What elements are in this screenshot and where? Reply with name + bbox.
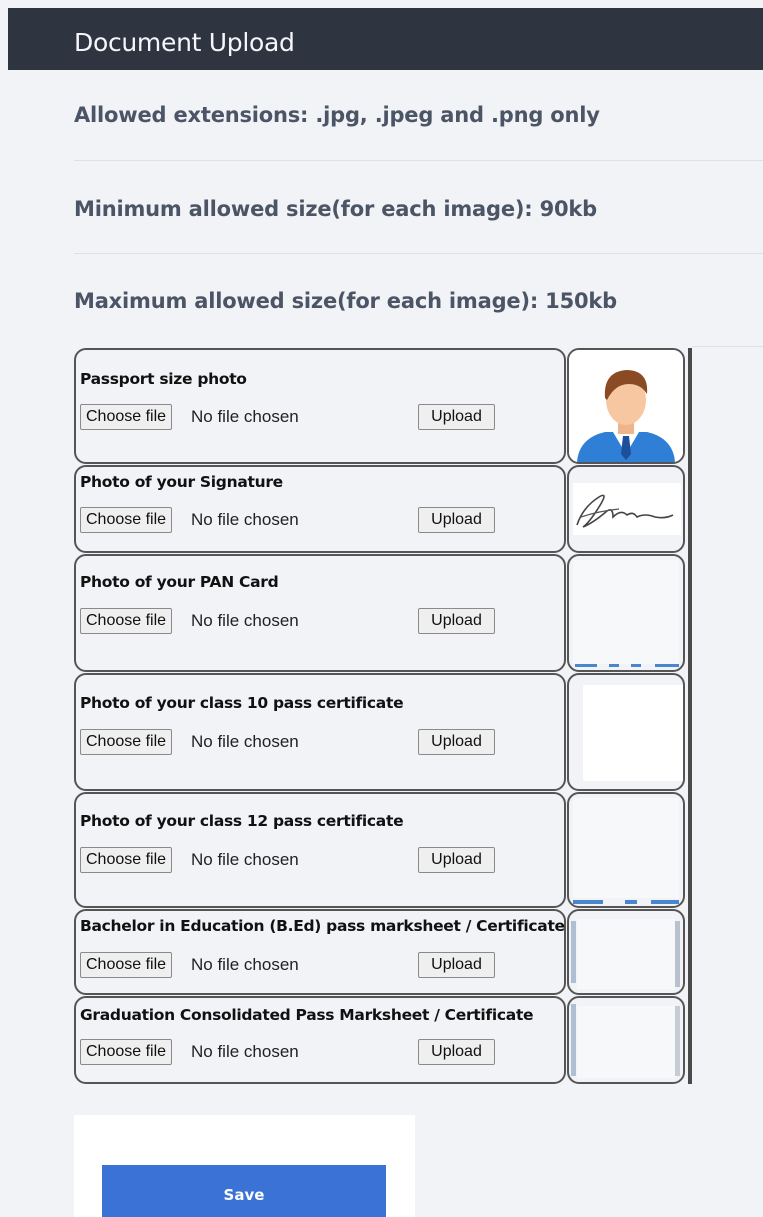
upload-row-graduation-marksheet: Graduation Consolidated Pass Marksheet /…	[74, 996, 566, 1084]
thumbnail-passport-photo	[567, 348, 685, 464]
thumbnail-class10-certificate	[567, 673, 685, 791]
row-label: Bachelor in Education (B.Ed) pass marksh…	[80, 917, 565, 935]
file-status: No file chosen	[191, 611, 299, 630]
preview-line	[655, 664, 679, 667]
file-status: No file chosen	[191, 510, 299, 529]
choose-file-button[interactable]: Choose file	[80, 952, 173, 978]
choose-file-button[interactable]: Choose file	[80, 404, 173, 430]
preview-edge	[675, 1006, 680, 1076]
graduation-preview	[577, 1006, 675, 1078]
preview-line	[651, 900, 679, 904]
file-status: No file chosen	[191, 732, 299, 751]
preview-line	[575, 664, 597, 667]
upload-row-class12-certificate: Photo of your class 12 pass certificate …	[74, 792, 566, 908]
divider	[74, 160, 763, 161]
upload-button[interactable]: Upload	[418, 1039, 495, 1065]
preview-edge	[675, 921, 680, 987]
page-header: Document Upload	[8, 8, 763, 70]
thumbnail-graduation-marksheet	[567, 996, 685, 1084]
row-label: Photo of your PAN Card	[80, 573, 279, 591]
row-label: Photo of your class 12 pass certificate	[80, 812, 404, 830]
thumbnail-signature	[567, 465, 685, 553]
choose-file-button[interactable]: Choose file	[80, 847, 173, 873]
preview-line	[625, 900, 637, 904]
allowed-extensions-text: Allowed extensions: .jpg, .jpeg and .png…	[74, 103, 600, 127]
divider	[74, 253, 763, 254]
bed-preview	[577, 919, 675, 989]
choose-file-button[interactable]: Choose file	[80, 729, 173, 755]
max-size-text: Maximum allowed size(for each image): 15…	[74, 289, 617, 313]
choose-file-button[interactable]: Choose file	[80, 507, 173, 533]
upload-row-pan-card: Photo of your PAN Card Choose file No fi…	[74, 554, 566, 672]
avatar-icon	[569, 350, 683, 462]
file-status: No file chosen	[191, 407, 299, 426]
file-status: No file chosen	[191, 850, 299, 869]
row-label: Photo of your Signature	[80, 473, 283, 491]
upload-row-class10-certificate: Photo of your class 10 pass certificate …	[74, 673, 566, 791]
preview-line	[609, 664, 619, 667]
thumbnail-bed-marksheet	[567, 909, 685, 995]
save-panel: Save	[74, 1115, 415, 1217]
file-status: No file chosen	[191, 1042, 299, 1061]
upload-row-signature: Photo of your Signature Choose file No f…	[74, 465, 566, 553]
upload-button[interactable]: Upload	[418, 847, 495, 873]
upload-button[interactable]: Upload	[418, 729, 495, 755]
class10-preview	[583, 685, 683, 781]
upload-table: Passport size photo Choose file No file …	[74, 348, 694, 1085]
row-label: Passport size photo	[80, 370, 247, 388]
save-button[interactable]: Save	[102, 1165, 386, 1217]
upload-button[interactable]: Upload	[418, 404, 495, 430]
thumbnail-pan-card	[567, 554, 685, 672]
class12-preview	[573, 798, 679, 898]
upload-button[interactable]: Upload	[418, 507, 495, 533]
preview-edge	[571, 921, 576, 983]
row-label: Photo of your class 10 pass certificate	[80, 694, 404, 712]
upload-row-passport-photo: Passport size photo Choose file No file …	[74, 348, 566, 464]
upload-row-bed-marksheet: Bachelor in Education (B.Ed) pass marksh…	[74, 909, 566, 995]
min-size-text: Minimum allowed size(for each image): 90…	[74, 197, 598, 221]
upload-button[interactable]: Upload	[418, 952, 495, 978]
choose-file-button[interactable]: Choose file	[80, 1039, 173, 1065]
signature-image	[573, 483, 681, 535]
thumbnail-class12-certificate	[567, 792, 685, 908]
upload-button[interactable]: Upload	[418, 608, 495, 634]
preview-line	[631, 664, 641, 667]
divider	[692, 346, 763, 347]
choose-file-button[interactable]: Choose file	[80, 608, 173, 634]
preview-edge	[571, 1004, 576, 1076]
row-label: Graduation Consolidated Pass Marksheet /…	[80, 1006, 534, 1024]
preview-line	[573, 900, 603, 904]
pan-card-preview	[573, 560, 679, 664]
file-status: No file chosen	[191, 955, 299, 974]
page-title: Document Upload	[74, 28, 295, 57]
